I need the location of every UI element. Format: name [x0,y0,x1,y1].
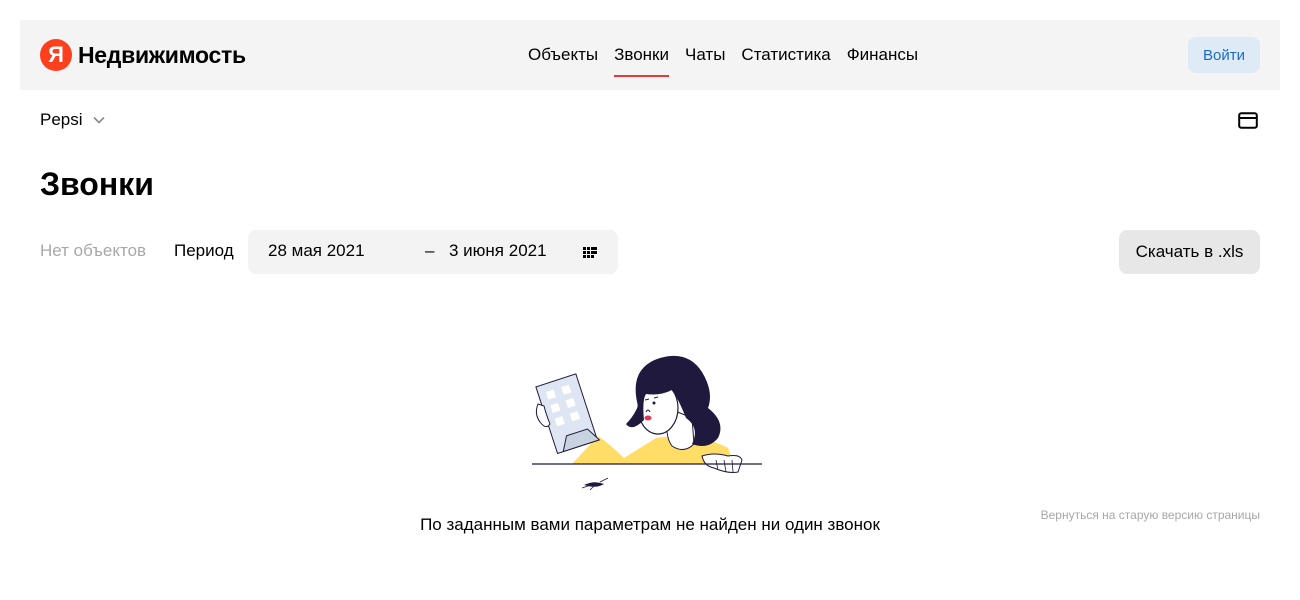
date-from[interactable]: 28 мая 2021 [268,241,365,261]
yandex-logo-icon: Я [40,39,72,71]
nav-item-calls[interactable]: Звонки [614,20,669,90]
nav-item-chats[interactable]: Чаты [685,20,725,90]
download-xls-button[interactable]: Скачать в .xls [1119,230,1260,274]
account-selector[interactable]: Pepsi [40,110,105,130]
top-header: Я Недвижимость Объекты Звонки Чаты Стати… [20,20,1280,90]
date-range-dash: – [425,241,435,260]
logo-text: Недвижимость [78,41,246,68]
account-name: Pepsi [40,110,83,129]
period-label: Период [174,241,234,260]
page-title: Звонки [40,166,154,202]
nav-item-finances[interactable]: Финансы [847,20,918,90]
nav-item-statistics[interactable]: Статистика [741,20,830,90]
nav-item-objects[interactable]: Объекты [528,20,598,90]
logo[interactable]: Я Недвижимость [40,39,246,71]
calendar-icon[interactable] [583,247,597,258]
mail-icon[interactable] [1238,112,1258,129]
no-objects-label: Нет объектов [40,241,147,260]
date-range-picker[interactable]: 28 мая 2021 – 3 июня 2021 [248,230,618,274]
main-nav: Объекты Звонки Чаты Статистика Финансы [528,20,934,90]
login-button[interactable]: Войти [1188,37,1260,73]
date-to[interactable]: 3 июня 2021 [449,241,547,261]
empty-state-illustration [532,355,762,491]
old-version-link[interactable]: Вернуться на старую версию страницы [1041,508,1260,522]
chevron-down-icon [92,116,105,124]
